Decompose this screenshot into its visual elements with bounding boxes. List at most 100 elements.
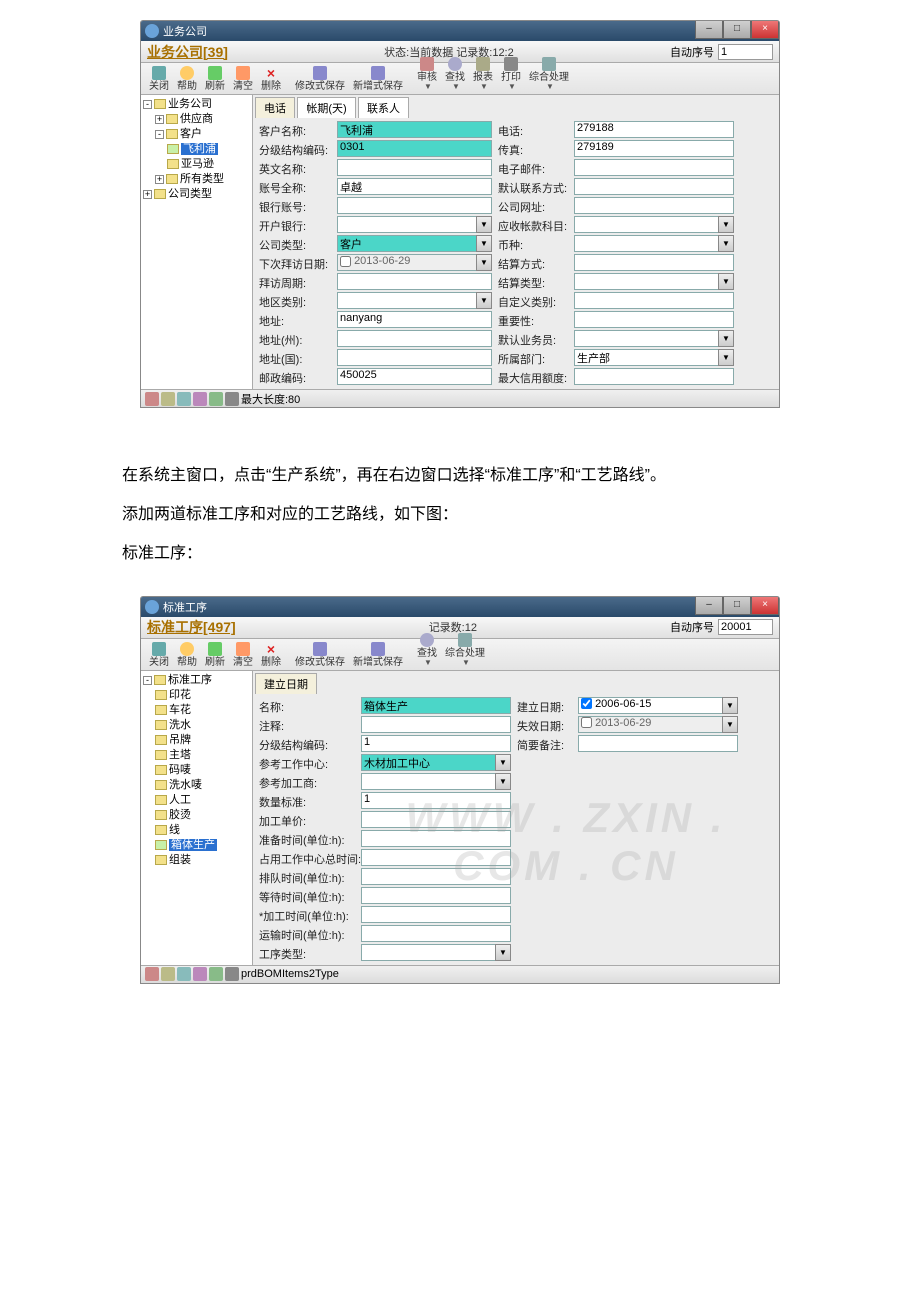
input-custom-cat[interactable] [574, 292, 734, 309]
input-name[interactable]: 箱体生产 [361, 697, 511, 714]
input-next-visit[interactable]: 2013-06-29 [337, 254, 492, 271]
tree-node-company-type[interactable]: +公司类型 [143, 187, 250, 202]
chevron-down-icon[interactable]: ▼ [476, 216, 492, 233]
chevron-down-icon[interactable]: ▼ [718, 349, 734, 366]
input-fax[interactable]: 279189 [574, 140, 734, 157]
input-phone[interactable]: 279188 [574, 121, 734, 138]
clear-button[interactable]: 清空 [229, 642, 257, 670]
minimize-button[interactable]: – [695, 21, 723, 39]
save-add-button[interactable]: 新增式保存 [349, 66, 407, 94]
expand-icon[interactable]: + [143, 190, 152, 199]
tree-node[interactable]: 印花 [143, 688, 250, 703]
expand-icon[interactable]: + [155, 115, 164, 124]
help-button[interactable]: 帮助 [173, 642, 201, 670]
input-settle-type[interactable] [574, 273, 734, 290]
auto-seq-input[interactable] [718, 44, 773, 60]
input-create-date[interactable]: 2006-06-15 [578, 697, 738, 714]
tree-panel[interactable]: -业务公司 +供应商 -客户 飞利浦 亚马逊 +所有类型 +公司类型 [141, 95, 253, 389]
input-proc-time[interactable] [361, 906, 511, 923]
input-class-code[interactable]: 0301 [337, 140, 492, 157]
input-ref-mfr[interactable] [361, 773, 511, 790]
tree-node[interactable]: 胶烫 [143, 808, 250, 823]
save-add-button[interactable]: 新增式保存 [349, 642, 407, 670]
delete-button[interactable]: ×删除 [257, 66, 285, 94]
tree-node[interactable]: 线 [143, 823, 250, 838]
refresh-button[interactable]: 刷新 [201, 642, 229, 670]
tree-root[interactable]: -标准工序 [143, 673, 250, 688]
tree-node-yamaxun[interactable]: 亚马逊 [143, 157, 250, 172]
input-acct-full[interactable]: 卓越 [337, 178, 492, 195]
audit-button[interactable]: 审核▼ [413, 57, 441, 94]
search-button[interactable]: 查找▼ [413, 633, 441, 670]
input-addr-country[interactable] [337, 349, 492, 366]
tab-contact[interactable]: 联系人 [358, 97, 409, 118]
input-occ-time[interactable] [361, 849, 511, 866]
save-edit-button[interactable]: 修改式保存 [291, 66, 349, 94]
tree-node[interactable]: 箱体生产 [143, 838, 250, 853]
input-ar-account[interactable] [574, 216, 734, 233]
input-customer-name[interactable]: 飞利浦 [337, 121, 492, 138]
maximize-button[interactable]: □ [723, 21, 751, 39]
input-en-name[interactable] [337, 159, 492, 176]
auto-seq-input[interactable] [718, 619, 773, 635]
input-importance[interactable] [574, 311, 734, 328]
input-brief[interactable] [578, 735, 738, 752]
chevron-down-icon[interactable]: ▼ [722, 697, 738, 714]
date-checkbox[interactable] [581, 698, 592, 709]
composite-button[interactable]: 综合处理▼ [441, 633, 489, 670]
date-checkbox[interactable] [581, 717, 592, 728]
report-button[interactable]: 报表▼ [469, 57, 497, 94]
composite-button[interactable]: 综合处理▼ [525, 57, 573, 94]
tree-root[interactable]: -业务公司 [143, 97, 250, 112]
input-expire-date[interactable]: 2013-06-29 [578, 716, 738, 733]
chevron-down-icon[interactable]: ▼ [718, 216, 734, 233]
help-button[interactable]: 帮助 [173, 66, 201, 94]
input-company-type[interactable]: 客户 [337, 235, 492, 252]
input-ref-wc[interactable]: 木材加工中心 [361, 754, 511, 771]
input-open-bank[interactable] [337, 216, 492, 233]
chevron-down-icon[interactable]: ▼ [718, 235, 734, 252]
tree-node[interactable]: 主塔 [143, 748, 250, 763]
tab-account-period[interactable]: 帐期(天) [297, 97, 355, 118]
date-checkbox[interactable] [340, 256, 351, 267]
input-default-contact[interactable] [574, 178, 734, 195]
tree-node-feilipu[interactable]: 飞利浦 [143, 142, 250, 157]
input-credit-limit[interactable] [574, 368, 734, 385]
expand-icon[interactable]: - [155, 130, 164, 139]
tree-node[interactable]: 码唛 [143, 763, 250, 778]
input-currency[interactable] [574, 235, 734, 252]
window-close-button[interactable]: × [751, 21, 779, 39]
input-queue-time[interactable] [361, 868, 511, 885]
input-prep-time[interactable] [361, 830, 511, 847]
input-visit-cycle[interactable] [337, 273, 492, 290]
print-button[interactable]: 打印▼ [497, 57, 525, 94]
tree-node-supplier[interactable]: +供应商 [143, 112, 250, 127]
tree-node[interactable]: 洗水 [143, 718, 250, 733]
tab-phone[interactable]: 电话 [255, 97, 295, 118]
refresh-button[interactable]: 刷新 [201, 66, 229, 94]
input-addr-state[interactable] [337, 330, 492, 347]
input-region[interactable] [337, 292, 492, 309]
chevron-down-icon[interactable]: ▼ [495, 773, 511, 790]
delete-button[interactable]: ×删除 [257, 642, 285, 670]
chevron-down-icon[interactable]: ▼ [476, 235, 492, 252]
close-button[interactable]: 关闭 [145, 66, 173, 94]
chevron-down-icon[interactable]: ▼ [476, 254, 492, 271]
tree-panel[interactable]: -标准工序 印花车花洗水吊牌主塔码唛洗水唛人工胶烫线箱体生产组装 [141, 671, 253, 965]
tree-node[interactable]: 组装 [143, 853, 250, 868]
chevron-down-icon[interactable]: ▼ [722, 716, 738, 733]
input-department[interactable]: 生产部 [574, 349, 734, 366]
input-proc-type[interactable] [361, 944, 511, 961]
tree-node[interactable]: 吊牌 [143, 733, 250, 748]
input-email[interactable] [574, 159, 734, 176]
input-postcode[interactable]: 450025 [337, 368, 492, 385]
input-proc-price[interactable] [361, 811, 511, 828]
chevron-down-icon[interactable]: ▼ [718, 330, 734, 347]
chevron-down-icon[interactable]: ▼ [495, 754, 511, 771]
chevron-down-icon[interactable]: ▼ [718, 273, 734, 290]
tree-node[interactable]: 车花 [143, 703, 250, 718]
input-settle-method[interactable] [574, 254, 734, 271]
input-bank-acct[interactable] [337, 197, 492, 214]
expand-icon[interactable]: - [143, 676, 152, 685]
input-website[interactable] [574, 197, 734, 214]
